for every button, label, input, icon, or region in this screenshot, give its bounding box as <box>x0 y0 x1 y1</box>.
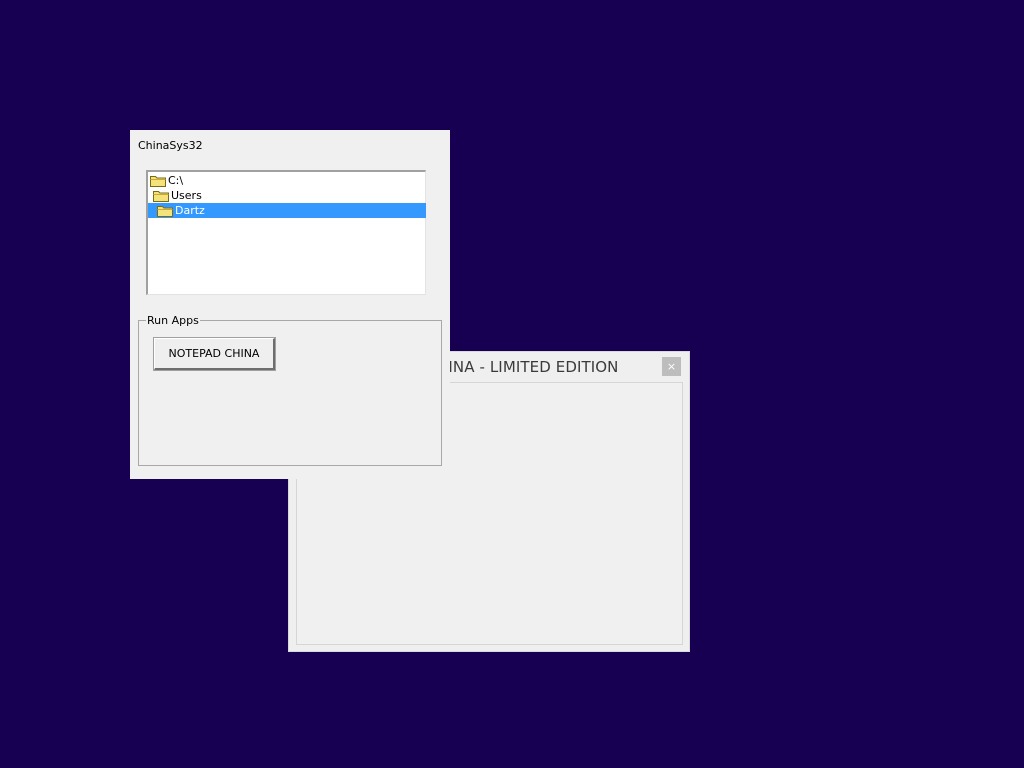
group-label: Run Apps <box>146 314 200 327</box>
close-icon[interactable]: × <box>662 357 681 376</box>
folder-icon <box>150 175 166 187</box>
tree-item-label: Users <box>171 189 202 202</box>
run-apps-group: Run Apps NOTEPAD CHINA <box>138 314 442 466</box>
tree-item-label: C:\ <box>168 174 184 187</box>
folder-tree[interactable]: C:\ Users Dartz <box>146 170 426 295</box>
tree-item-label: Dartz <box>175 204 205 217</box>
notepad-china-button[interactable]: NOTEPAD CHINA <box>153 337 276 371</box>
tree-item-users[interactable]: Users <box>153 188 426 203</box>
window-title: ChinaSys32 <box>138 139 203 152</box>
folder-icon <box>157 205 173 217</box>
tree-item-c-drive[interactable]: C:\ <box>150 173 426 188</box>
notepad-window-title: HINA - LIMITED EDITION <box>437 358 619 376</box>
tree-item-dartz[interactable]: Dartz <box>148 203 426 218</box>
folder-icon <box>153 190 169 202</box>
chinasys32-window: ChinaSys32 C:\ Users Dartz Run Apps NOTE… <box>130 130 450 479</box>
desktop: HINA - LIMITED EDITION × ChinaSys32 C:\ … <box>0 0 1024 768</box>
